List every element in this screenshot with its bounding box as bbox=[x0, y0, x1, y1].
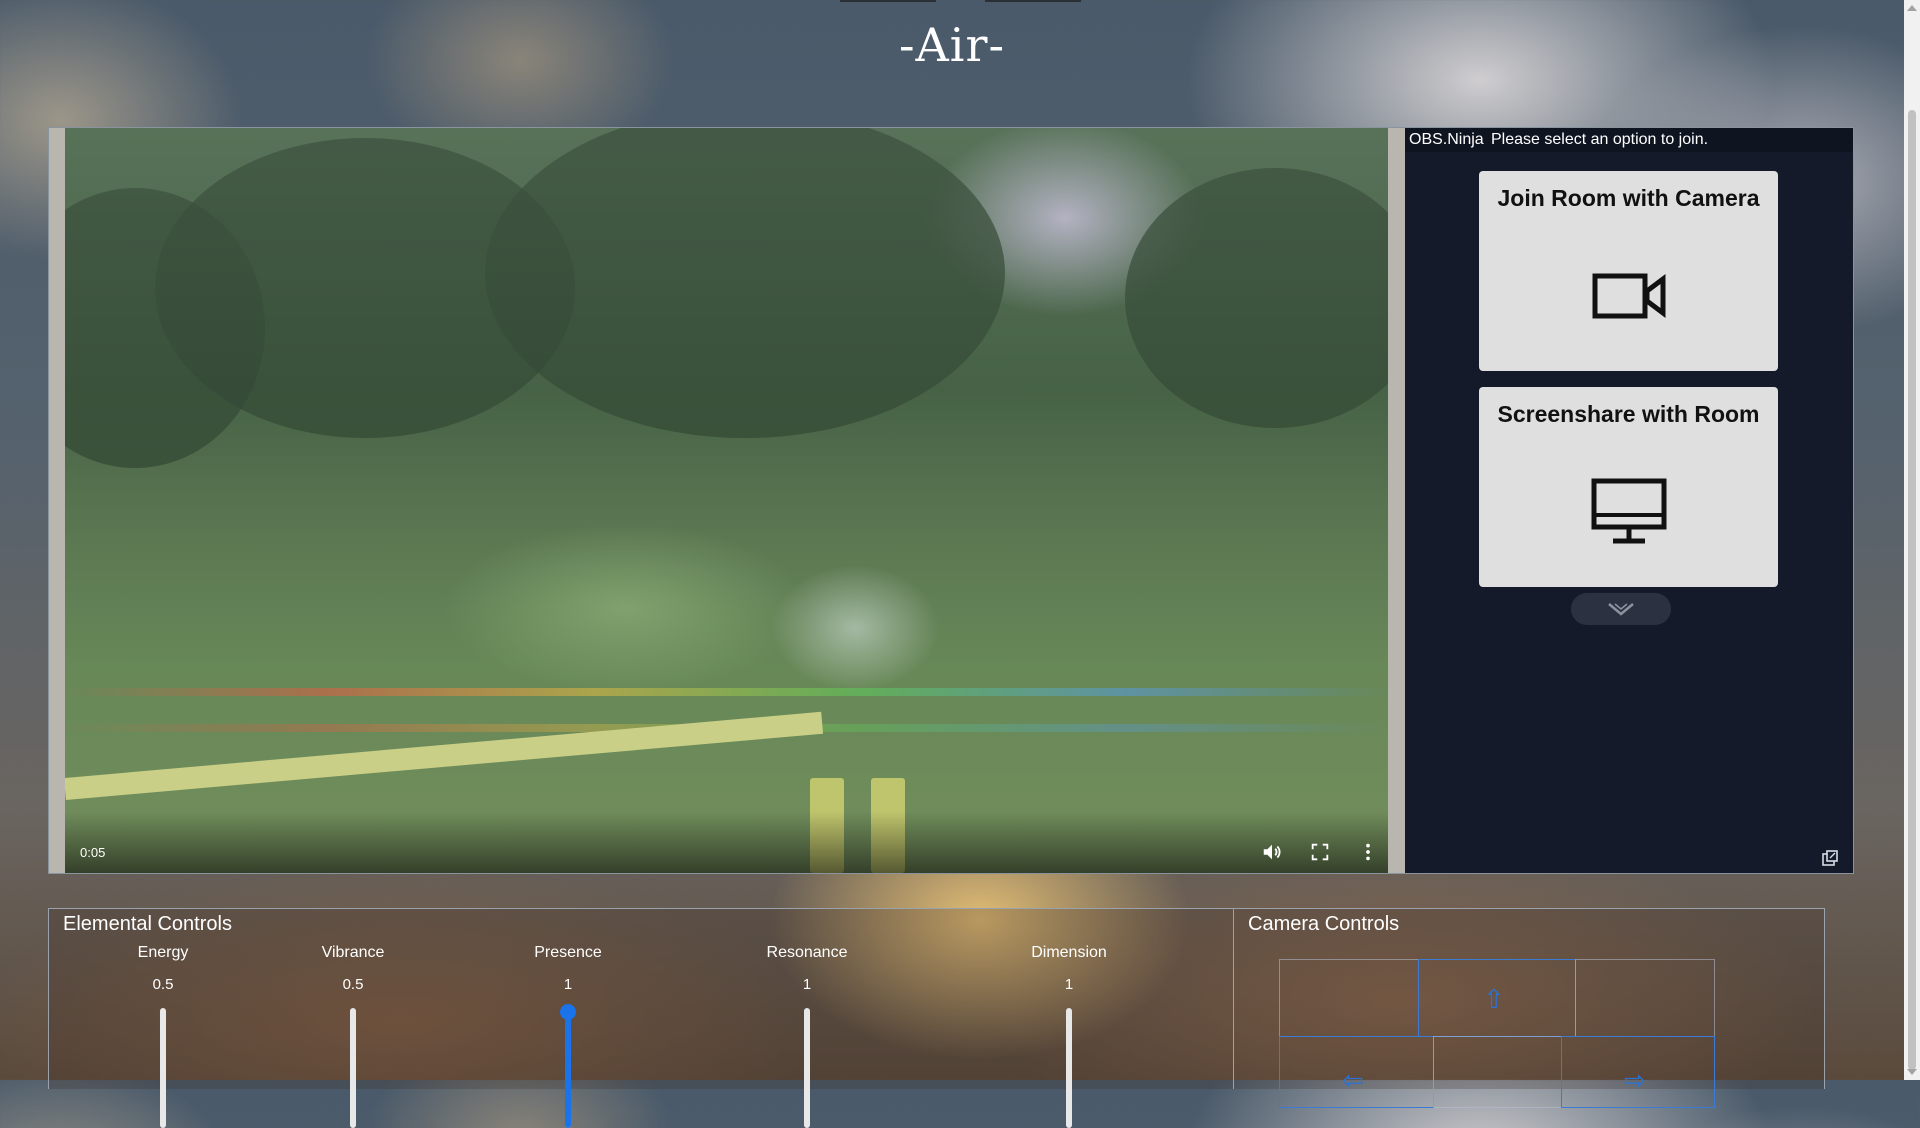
monitor-icon bbox=[1591, 478, 1667, 544]
camera-controls-panel: Camera Controls ⇧ ⇦ ⇨ bbox=[1233, 908, 1825, 1108]
arrow-left-icon: ⇦ bbox=[1342, 1065, 1364, 1095]
volume-icon[interactable] bbox=[1261, 841, 1283, 863]
page-title: -Air- bbox=[898, 18, 1005, 72]
slider-value: 1 bbox=[802, 976, 812, 993]
more-options-button[interactable] bbox=[1571, 593, 1671, 625]
resonance-slider[interactable] bbox=[804, 1008, 810, 1128]
screenshare-room-label: Screenshare with Room bbox=[1497, 401, 1760, 427]
energy-slider[interactable] bbox=[160, 1008, 166, 1128]
slider-label: Energy bbox=[137, 944, 189, 961]
cam-cell-top-right[interactable] bbox=[1575, 959, 1715, 1037]
fullscreen-icon[interactable] bbox=[1309, 841, 1331, 863]
slider-label: Dimension bbox=[1031, 944, 1107, 961]
video-camera-icon bbox=[1592, 273, 1666, 319]
slider-label: Vibrance bbox=[321, 944, 385, 961]
more-options-icon[interactable] bbox=[1357, 841, 1379, 863]
cam-center-button[interactable] bbox=[1433, 1036, 1562, 1108]
cam-cell-top-left[interactable] bbox=[1279, 959, 1419, 1037]
scroll-thumb[interactable] bbox=[1908, 110, 1916, 1070]
slider-resonance: Resonance 1 bbox=[747, 944, 867, 1128]
dimension-slider[interactable] bbox=[1066, 1008, 1072, 1128]
screenshare-room-button[interactable]: Screenshare with Room bbox=[1479, 387, 1778, 587]
ninja-message: Please select an option to join. bbox=[1491, 131, 1709, 148]
cam-up-button[interactable]: ⇧ bbox=[1418, 959, 1576, 1037]
slider-vibrance: Vibrance 0.5 bbox=[293, 944, 413, 1128]
ninja-header: OBS.Ninja Please select an option to joi… bbox=[1405, 128, 1853, 152]
scroll-up-arrow[interactable] bbox=[1907, 5, 1917, 11]
slider-value: 1 bbox=[563, 976, 573, 993]
scroll-down-arrow[interactable] bbox=[1907, 1069, 1917, 1075]
video-player[interactable]: 0:05 bbox=[65, 128, 1388, 873]
join-room-camera-label: Join Room with Camera bbox=[1497, 185, 1760, 211]
slider-value: 0.5 bbox=[152, 976, 174, 993]
top-tab-left bbox=[840, 0, 936, 2]
slider-value: 1 bbox=[1064, 976, 1074, 993]
chevron-down-icon bbox=[1608, 603, 1634, 616]
cam-left-button[interactable]: ⇦ bbox=[1279, 1036, 1434, 1108]
vibrance-slider[interactable] bbox=[350, 1008, 356, 1128]
slider-energy: Energy 0.5 bbox=[103, 944, 223, 1128]
camera-controls-title: Camera Controls bbox=[1248, 913, 1400, 935]
slider-label: Resonance bbox=[766, 944, 848, 961]
obs-ninja-panel: OBS.Ninja Please select an option to joi… bbox=[1405, 128, 1853, 873]
elemental-controls-title: Elemental Controls bbox=[63, 913, 232, 935]
slider-value: 0.5 bbox=[342, 976, 364, 993]
slider-presence: Presence 1 bbox=[508, 944, 628, 1128]
arrow-right-icon: ⇨ bbox=[1624, 1065, 1646, 1095]
main-frame: 0:05 OBS.Ninja Please select an option t… bbox=[48, 127, 1854, 874]
page-scrollbar[interactable] bbox=[1904, 0, 1920, 1080]
slider-dimension: Dimension 1 bbox=[1009, 944, 1129, 1128]
video-time: 0:05 bbox=[80, 845, 106, 860]
video-controls-bar: 0:05 bbox=[65, 811, 1388, 873]
ninja-brand: OBS.Ninja bbox=[1409, 131, 1484, 148]
light-streak bbox=[65, 688, 1388, 696]
arrow-up-icon: ⇧ bbox=[1483, 984, 1505, 1014]
join-room-camera-button[interactable]: Join Room with Camera bbox=[1479, 171, 1778, 371]
elemental-controls-panel: Elemental Controls Energy 0.5 Vibrance 0… bbox=[48, 908, 1234, 1128]
slider-thumb[interactable] bbox=[560, 1004, 576, 1020]
camera-control-grid: ⇧ ⇦ ⇨ bbox=[1279, 959, 1715, 1108]
slider-fill bbox=[565, 1012, 571, 1128]
cam-right-button[interactable]: ⇨ bbox=[1561, 1036, 1715, 1108]
top-tab-right bbox=[985, 0, 1081, 2]
slider-label: Presence bbox=[534, 944, 602, 961]
popout-icon[interactable] bbox=[1821, 849, 1839, 867]
